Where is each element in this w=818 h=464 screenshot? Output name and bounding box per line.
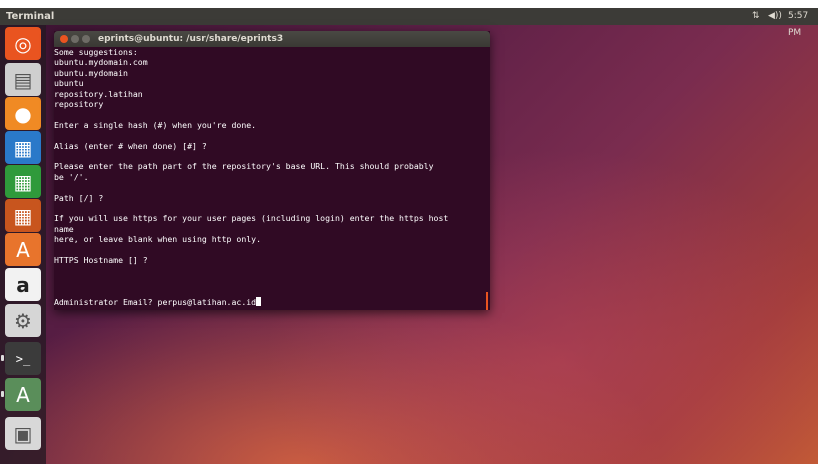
- launcher-files-icon[interactable]: ▤: [5, 63, 41, 96]
- terminal-line: Some suggestions:: [54, 47, 138, 57]
- terminal-line: Enter a single hash (#) when you're done…: [54, 119, 257, 130]
- launcher-software-updater-glyph: A: [16, 382, 30, 407]
- minimize-icon[interactable]: [71, 35, 79, 43]
- close-icon[interactable]: [60, 35, 68, 43]
- maximize-icon[interactable]: [82, 35, 90, 43]
- launcher-libreoffice-writer-glyph: ▦: [13, 135, 33, 160]
- network-icon[interactable]: ⇅: [752, 8, 759, 25]
- launcher-running-indicator: [1, 391, 4, 397]
- terminal-line: Path [/] ?: [54, 192, 104, 203]
- launcher-floppy-glyph: ▣: [13, 421, 33, 446]
- terminal-line: ubuntu.mydomain: [54, 67, 128, 78]
- launcher-terminal-glyph: >_: [15, 351, 31, 366]
- launcher-libreoffice-writer-icon[interactable]: ▦: [5, 131, 41, 164]
- launcher-firefox-glyph: ●: [14, 101, 32, 126]
- launcher-ubuntu-dash-icon[interactable]: ◎: [5, 27, 41, 60]
- top-panel: Terminal ⇅ ◀)) 5:57 PM: [0, 8, 818, 38]
- launcher-libreoffice-calc-icon[interactable]: ▦: [5, 165, 41, 198]
- launcher-files-glyph: ▤: [13, 67, 33, 92]
- terminal-line: Please enter the path part of the reposi…: [54, 161, 434, 172]
- active-app-name: Terminal: [6, 11, 55, 22]
- launcher-floppy-icon[interactable]: ▣: [5, 417, 41, 450]
- text-cursor: [256, 296, 262, 306]
- launcher-amazon-icon[interactable]: a: [5, 268, 41, 301]
- launcher-libreoffice-impress-icon[interactable]: ▦: [5, 199, 41, 232]
- terminal-output[interactable]: Some suggestions: ubuntu.mydomain.com ubun…: [54, 47, 490, 310]
- terminal-input[interactable]: perpus@latihan.ac.id: [158, 297, 257, 307]
- terminal-line: If you will use https for your user page…: [54, 213, 449, 224]
- terminal-line: name: [54, 223, 74, 234]
- terminal-line: here, or leave blank when using http onl…: [54, 234, 262, 245]
- terminal-window[interactable]: eprints@ubuntu: /usr/share/eprints3 Some…: [54, 31, 490, 310]
- terminal-line: repository.latihan: [54, 88, 143, 99]
- terminal-title: eprints@ubuntu: /usr/share/eprints3: [98, 34, 284, 44]
- screen-frame-top: [0, 0, 818, 8]
- launcher-ubuntu-dash-glyph: ◎: [14, 31, 32, 56]
- terminal-line: Alias (enter # when done) [#] ?: [54, 140, 207, 151]
- launcher-libreoffice-impress-glyph: ▦: [13, 203, 33, 228]
- launcher: ◎ ▤ ● ▦ ▦ ▦ Aa ⚙ >_ A ▣: [0, 25, 46, 464]
- terminal-line: ubuntu.mydomain.com: [54, 57, 148, 68]
- terminal-prompt-line[interactable]: Administrator Email? perpus@latihan.ac.i…: [54, 296, 262, 307]
- terminal-scrollbar[interactable]: [486, 292, 488, 310]
- terminal-line: repository: [54, 99, 104, 109]
- launcher-terminal-icon[interactable]: >_: [5, 342, 41, 375]
- launcher-system-settings-icon[interactable]: ⚙: [5, 304, 41, 337]
- launcher-running-indicator: [1, 355, 4, 361]
- launcher-firefox-icon[interactable]: ●: [5, 97, 41, 130]
- terminal-titlebar[interactable]: eprints@ubuntu: /usr/share/eprints3: [54, 31, 490, 47]
- terminal-line: ubuntu: [54, 78, 84, 89]
- clock[interactable]: 5:57 PM: [788, 8, 818, 42]
- launcher-software-updater-icon[interactable]: A: [5, 378, 41, 411]
- launcher-libreoffice-calc-glyph: ▦: [13, 169, 33, 194]
- launcher-ubuntu-software-glyph: A: [16, 237, 30, 262]
- terminal-line: be '/'.: [54, 171, 89, 182]
- volume-icon[interactable]: ◀)): [768, 8, 782, 25]
- launcher-system-settings-glyph: ⚙: [14, 308, 32, 333]
- terminal-line: HTTPS Hostname [] ?: [54, 255, 148, 265]
- terminal-prompt: Administrator Email?: [54, 296, 158, 307]
- launcher-ubuntu-software-icon[interactable]: A: [5, 233, 41, 266]
- launcher-amazon-glyph: a: [16, 272, 30, 297]
